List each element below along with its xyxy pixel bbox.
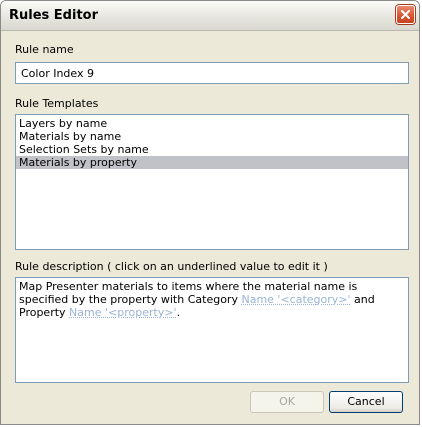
rule-templates-list[interactable]: Layers by name Materials by name Selecti… [15, 114, 409, 250]
rules-editor-dialog: Rules Editor Rule name Color Index 9 Rul… [0, 0, 420, 425]
rule-description-label: Rule description ( click on an underline… [15, 260, 328, 273]
ok-button[interactable]: OK [250, 391, 324, 413]
close-icon [401, 10, 410, 19]
close-button[interactable] [396, 5, 415, 24]
list-item-selected[interactable]: Materials by property [16, 156, 408, 169]
title-bar[interactable]: Rules Editor [1, 1, 419, 31]
rule-name-input[interactable]: Color Index 9 [15, 62, 409, 84]
list-item[interactable]: Materials by name [16, 130, 408, 143]
category-link[interactable]: Name '<category>' [241, 293, 350, 306]
list-item[interactable]: Layers by name [16, 117, 408, 130]
cancel-button[interactable]: Cancel [329, 391, 403, 413]
property-link[interactable]: Name '<property>' [69, 306, 177, 319]
dialog-title: Rules Editor [9, 8, 99, 23]
description-text: . [176, 306, 181, 319]
rule-description-box: Map Presenter materials to items where t… [15, 277, 409, 383]
rule-name-label: Rule name [15, 43, 74, 56]
list-item[interactable]: Selection Sets by name [16, 143, 408, 156]
rule-templates-label: Rule Templates [15, 97, 99, 110]
